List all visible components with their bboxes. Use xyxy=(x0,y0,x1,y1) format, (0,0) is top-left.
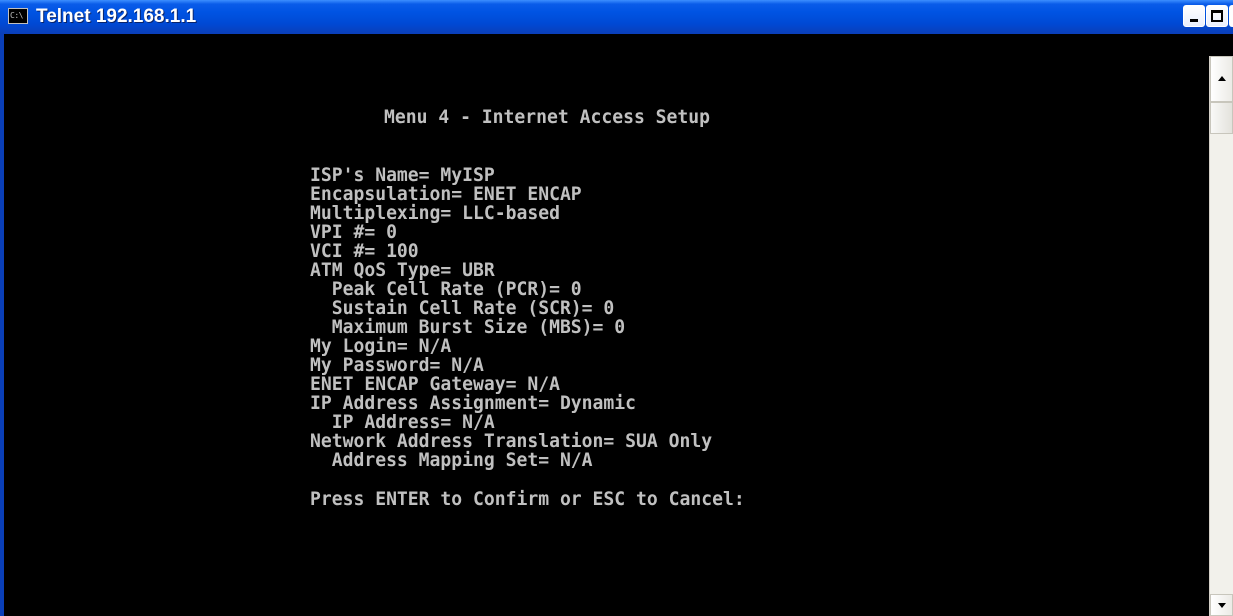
window-title: Telnet 192.168.1.1 xyxy=(36,6,197,27)
scroll-up-button[interactable] xyxy=(1210,56,1233,102)
telnet-window: C:\ Telnet 192.168.1.1 Menu 4 - Internet… xyxy=(0,0,1233,616)
confirm-prompt: Press ENTER to Confirm or ESC to Cancel: xyxy=(310,488,745,510)
vertical-scrollbar[interactable] xyxy=(1209,56,1233,616)
scroll-down-button[interactable] xyxy=(1210,594,1233,616)
maximize-button[interactable] xyxy=(1206,5,1228,27)
close-button[interactable] xyxy=(1229,5,1233,27)
menu-title: Menu 4 - Internet Access Setup xyxy=(384,106,711,128)
arrow-down-icon xyxy=(1218,603,1226,608)
console-area[interactable]: Menu 4 - Internet Access Setup ISP's Nam… xyxy=(4,56,1209,616)
title-bar[interactable]: C:\ Telnet 192.168.1.1 xyxy=(0,0,1233,34)
console-top-margin xyxy=(0,34,1233,56)
maximize-icon xyxy=(1211,10,1223,22)
scroll-thumb[interactable] xyxy=(1210,102,1233,134)
console-text: Menu 4 - Internet Access Setup ISP's Nam… xyxy=(4,56,1209,616)
arrow-up-icon xyxy=(1218,76,1226,81)
minimize-button[interactable] xyxy=(1183,5,1205,27)
console-icon[interactable]: C:\ xyxy=(8,8,28,24)
minimize-icon xyxy=(1190,19,1198,22)
address-mapping-set-line: Address Mapping Set= N/A xyxy=(310,449,593,471)
